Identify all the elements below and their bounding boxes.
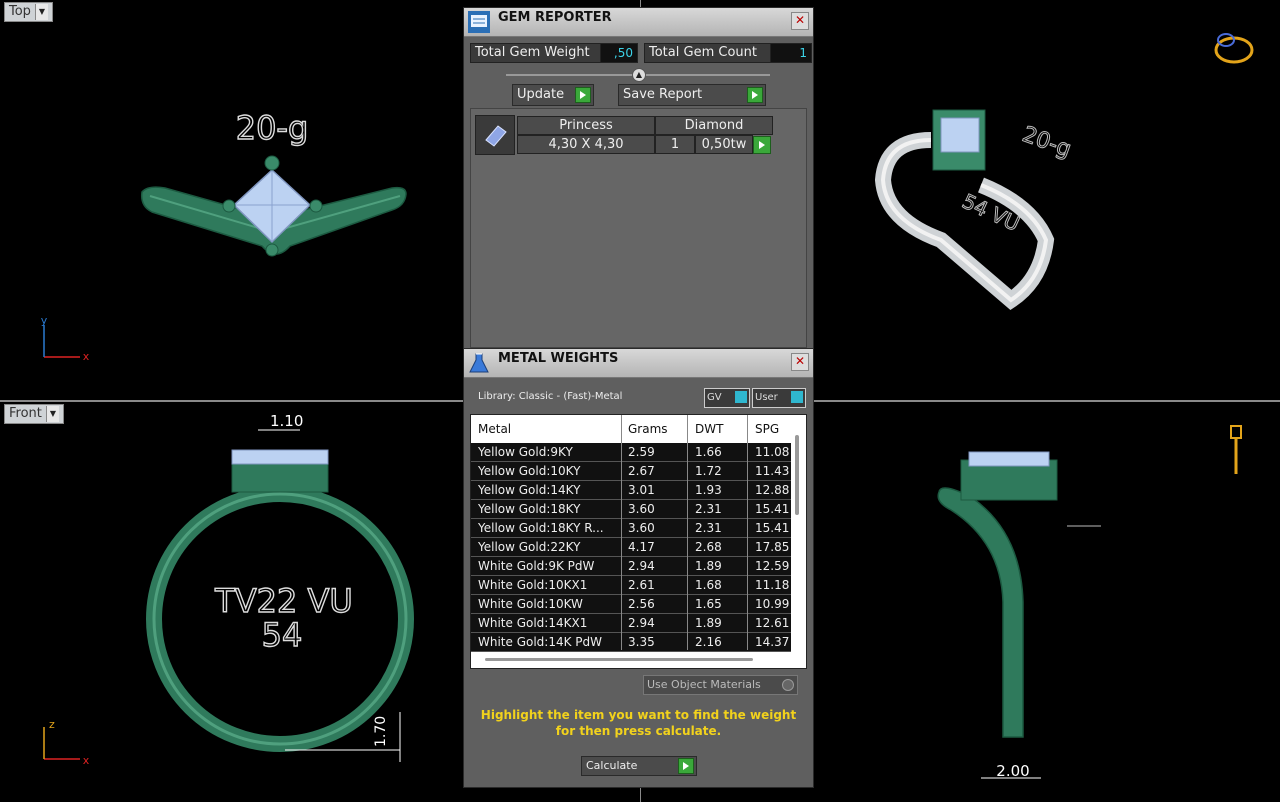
gem-row-go-button[interactable] <box>753 136 771 154</box>
total-gem-count-label: Total Gem Count <box>644 43 772 63</box>
gv-toggle-label: GV <box>707 392 722 403</box>
princess-gem-perspective <box>940 117 980 153</box>
calculate-label: Calculate <box>586 759 638 772</box>
gem-count: 1 <box>655 135 695 154</box>
play-icon <box>575 87 591 103</box>
table-row[interactable]: White Gold:10KX1 2.61 1.68 11.18 <box>471 576 791 595</box>
use-object-materials-field[interactable]: Use Object Materials <box>643 675 798 695</box>
table-row[interactable]: Yellow Gold:18KY 3.60 2.31 15.41 <box>471 500 791 519</box>
toggle-indicator-icon <box>735 391 747 403</box>
metal-weights-titlebar[interactable]: METAL WEIGHTS ✕ <box>464 349 813 378</box>
metal-weights-panel: METAL WEIGHTS ✕ Library: Classic - (Fast… <box>463 348 814 788</box>
save-report-button[interactable]: Save Report <box>618 84 766 106</box>
total-gem-count-value[interactable]: 1 <box>770 43 812 63</box>
vertical-scrollbar[interactable] <box>795 435 799 515</box>
column-header-metal[interactable]: Metal <box>478 422 511 436</box>
gem-weight: 0,50tw <box>695 135 753 154</box>
axis-z-label: z <box>49 718 55 731</box>
axis-x-label: x <box>83 754 90 767</box>
close-icon[interactable]: ✕ <box>791 12 809 30</box>
engraving-number-front: 54 <box>262 616 303 654</box>
user-toggle[interactable]: User <box>752 388 806 408</box>
save-report-label: Save Report <box>623 87 703 102</box>
table-header: Metal Grams DWT SPG <box>471 415 791 443</box>
user-toggle-label: User <box>755 392 778 403</box>
close-icon[interactable]: ✕ <box>791 353 809 371</box>
table-row[interactable]: White Gold:9K PdW 2.94 1.89 12.59 <box>471 557 791 576</box>
axis-x-label: x <box>83 350 90 363</box>
table-rows: Yellow Gold:9KY 2.59 1.66 11.08 Yellow Gold… <box>471 443 791 653</box>
flask-icon <box>466 350 492 376</box>
gv-toggle[interactable]: GV <box>704 388 750 408</box>
gem-reporter-panel: GEM REPORTER ✕ Total Gem Weight ,50 Tota… <box>463 7 814 350</box>
table-row[interactable]: Yellow Gold:10KY 2.67 1.72 11.43 <box>471 462 791 481</box>
play-icon <box>678 758 694 774</box>
splitter-handle[interactable]: ▲ <box>506 68 770 82</box>
engraving-text: 20-g <box>236 109 309 147</box>
gem-row[interactable]: Princess Diamond 4,30 X 4,30 1 0,50tw <box>475 115 775 155</box>
gem-list: Princess Diamond 4,30 X 4,30 1 0,50tw <box>470 108 807 348</box>
update-button[interactable]: Update <box>512 84 594 106</box>
instruction-text-line1: Highlight the item you want to find the … <box>480 708 797 722</box>
gem-size: 4,30 X 4,30 <box>517 135 655 154</box>
princess-gem-icon <box>475 115 515 155</box>
dimension-label-bottom: 2.00 <box>996 762 1029 780</box>
metal-weights-table[interactable]: Metal Grams DWT SPG Yellow Gold:9KY 2.59 1… <box>470 414 807 669</box>
column-header-dwt[interactable]: DWT <box>695 422 723 436</box>
horizontal-scrollbar[interactable] <box>485 658 753 661</box>
calculate-button[interactable]: Calculate <box>581 756 697 776</box>
chevron-up-icon[interactable]: ▲ <box>632 68 646 82</box>
total-gem-weight-label: Total Gem Weight <box>470 43 602 63</box>
gem-type: Diamond <box>655 116 773 135</box>
axis-y-label: y <box>41 314 48 327</box>
column-header-grams[interactable]: Grams <box>628 422 668 436</box>
engraving-text-perspective: 20-g <box>1019 122 1074 163</box>
library-label: Library: Classic - (Fast)-Metal <box>478 391 623 402</box>
table-row[interactable]: White Gold:10KW 2.56 1.65 10.99 <box>471 595 791 614</box>
toggle-indicator-icon <box>791 391 803 403</box>
column-divider <box>687 415 688 650</box>
instruction-text-line2: for then press calculate. <box>555 724 722 738</box>
use-object-materials-label: Use Object Materials <box>647 678 761 691</box>
radio-icon[interactable] <box>782 679 794 691</box>
gem-report-icon <box>466 9 492 35</box>
table-row[interactable]: Yellow Gold:14KY 3.01 1.93 12.88 <box>471 481 791 500</box>
table-row[interactable]: White Gold:14KX1 2.94 1.89 12.61 <box>471 614 791 633</box>
gold-pin-icon <box>1230 425 1242 474</box>
column-divider <box>747 415 748 650</box>
gem-shape: Princess <box>517 116 655 135</box>
panel-title: GEM REPORTER <box>498 10 612 25</box>
table-row[interactable]: White Gold:14K PdW 3.35 2.16 14.37 <box>471 633 791 652</box>
table-row[interactable]: Yellow Gold:9KY 2.59 1.66 11.08 <box>471 443 791 462</box>
table-row[interactable]: Yellow Gold:18KY R... 3.60 2.31 15.41 <box>471 519 791 538</box>
table-row[interactable]: Yellow Gold:22KY 4.17 2.68 17.85 <box>471 538 791 557</box>
gem-reporter-titlebar[interactable]: GEM REPORTER ✕ <box>464 8 813 37</box>
update-label: Update <box>517 87 565 102</box>
ring-shank-side <box>937 487 1024 738</box>
total-gem-weight-value[interactable]: ,50 <box>600 43 638 63</box>
engraving-text-front: TV22 VU <box>214 582 353 620</box>
panel-title: METAL WEIGHTS <box>498 351 619 366</box>
dimension-label-side: 1.70 <box>373 716 389 747</box>
play-icon <box>747 87 763 103</box>
dimension-label-top: 1.10 <box>270 412 303 430</box>
column-divider <box>621 415 622 650</box>
gold-ring-icon <box>1214 33 1254 64</box>
column-header-spg[interactable]: SPG <box>755 422 779 436</box>
